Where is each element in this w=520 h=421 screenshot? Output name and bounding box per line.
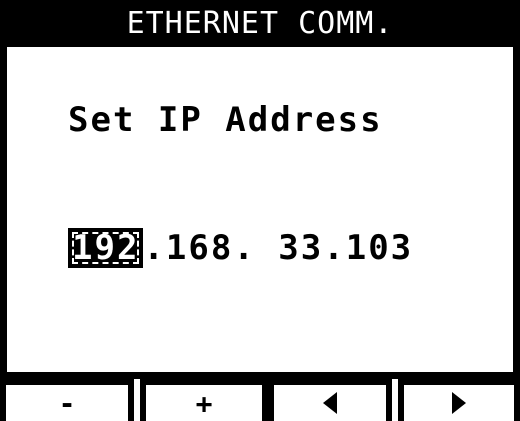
- ip-octet-1-selected[interactable]: 192: [68, 228, 144, 268]
- move-right-button[interactable]: [398, 379, 520, 421]
- increment-button[interactable]: +: [140, 379, 268, 421]
- triangle-right-icon: [452, 392, 466, 414]
- screen-title: ETHERNET COMM.: [0, 0, 520, 47]
- ip-octet-3[interactable]: 33: [278, 228, 323, 268]
- prompt-label: Set IP Address: [68, 100, 383, 140]
- decrement-button[interactable]: -: [0, 379, 134, 421]
- ip-octet-2[interactable]: 168: [166, 228, 233, 268]
- ip-separator: .: [233, 228, 279, 268]
- content-frame: [0, 47, 520, 379]
- move-left-button[interactable]: [268, 379, 392, 421]
- ip-address-field[interactable]: 192 . 168 . 33 . 103: [68, 228, 413, 268]
- softkey-bar: - +: [0, 379, 520, 421]
- ip-octet-4[interactable]: 103: [346, 228, 413, 268]
- minus-label: -: [58, 386, 76, 420]
- triangle-left-icon: [323, 392, 337, 414]
- ip-separator: .: [143, 228, 166, 268]
- ip-separator: .: [323, 228, 346, 268]
- plus-label: +: [195, 386, 213, 420]
- lcd-screen: ETHERNET COMM. Set IP Address 192 . 168 …: [0, 0, 520, 421]
